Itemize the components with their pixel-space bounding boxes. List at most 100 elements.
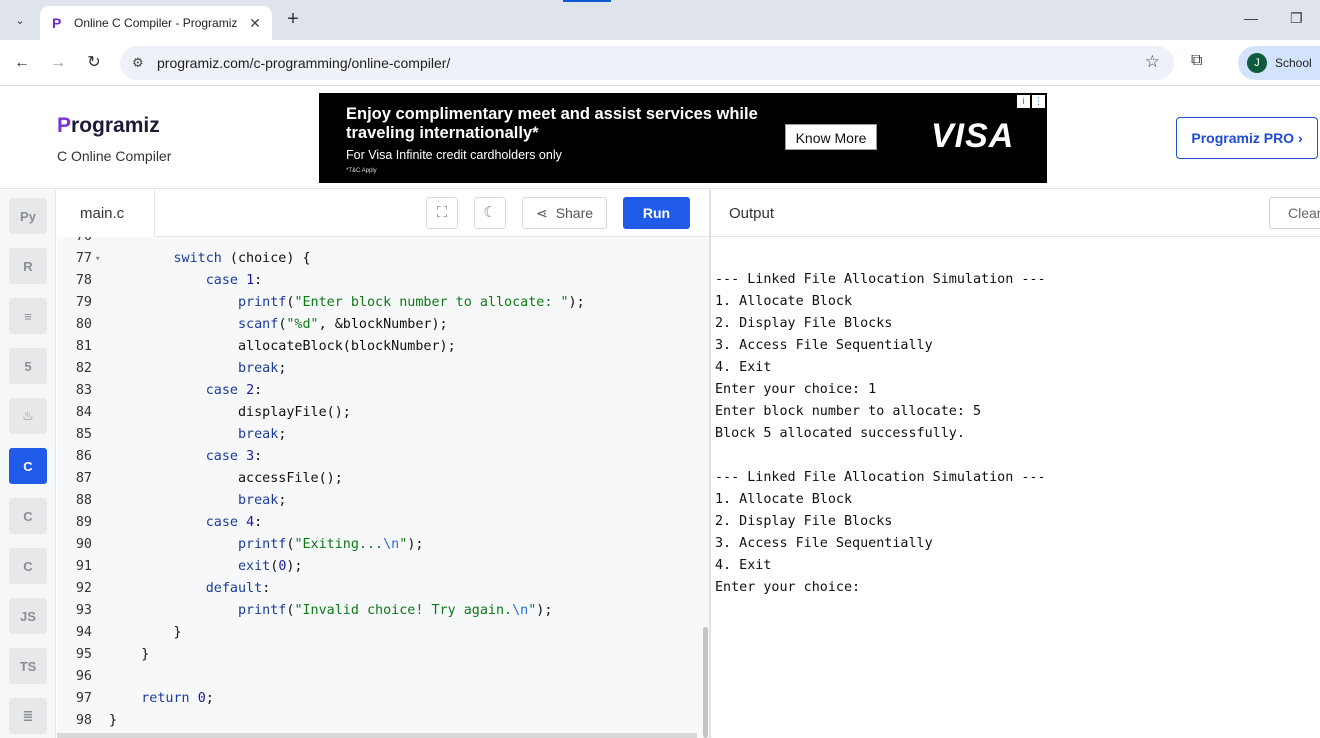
code-text: break; — [238, 361, 287, 376]
output-line: 4. Exit — [715, 558, 772, 573]
line-number: 85 — [75, 427, 92, 442]
dark-mode-moon-icon[interactable]: ☾ — [474, 197, 506, 229]
editor-vertical-scrollbar[interactable] — [703, 627, 708, 738]
code-line: 93 printf("Invalid choice! Try again.\n"… — [57, 600, 697, 622]
code-line: 79 printf("Enter block number to allocat… — [57, 292, 697, 314]
bookmark-star-icon[interactable]: ☆ — [1145, 52, 1160, 72]
tab-search-chevron-icon[interactable]: ⌄ — [8, 8, 32, 32]
minimize-icon[interactable]: — — [1244, 10, 1258, 26]
file-tab-main-c[interactable]: main.c — [57, 190, 155, 237]
run-button[interactable]: Run — [623, 197, 690, 229]
code-line: 80 scanf("%d", &blockNumber); — [57, 314, 697, 336]
programiz-pro-button[interactable]: Programiz PRO › — [1176, 117, 1318, 159]
code-line: 87 accessFile(); — [57, 468, 697, 490]
avatar: J — [1247, 53, 1267, 73]
line-number: 97 — [75, 691, 92, 706]
code-text: exit(0); — [238, 559, 303, 574]
restore-icon[interactable]: ❐ — [1290, 10, 1303, 27]
back-icon[interactable]: ← — [11, 52, 33, 74]
extensions-icon[interactable]: ⧉ — [1191, 52, 1202, 70]
ad-info-controls[interactable]: i ⋮ — [1017, 95, 1045, 108]
code-editor[interactable]: 7677▾ switch (choice) {78 case 1:79 prin… — [57, 237, 709, 738]
line-number: 77 — [75, 251, 92, 266]
code-text: case 4: — [205, 515, 263, 530]
share-button[interactable]: ⋖ Share — [522, 197, 607, 229]
output-line: 3. Access File Sequentially — [715, 536, 933, 551]
code-text: printf("Exiting...\n"); — [238, 537, 424, 552]
code-text: scanf("%d", &blockNumber); — [238, 317, 448, 332]
editor-horizontal-scrollbar[interactable] — [57, 733, 697, 738]
line-number: 83 — [75, 383, 92, 398]
line-number: 90 — [75, 537, 92, 552]
code-line: 97 return 0; — [57, 688, 697, 710]
language-sidebar: Py R ≡ 5 ♨ C C C JS TS ≣ — [0, 190, 56, 738]
code-text: switch (choice) { — [173, 251, 311, 266]
line-number: 86 — [75, 449, 92, 464]
profile-button[interactable]: J School — [1238, 46, 1320, 80]
code-text: allocateBlock(blockNumber); — [109, 339, 456, 354]
output-title: Output — [729, 205, 775, 222]
code-line: 94 } — [57, 622, 697, 644]
programiz-logo[interactable]: Programiz — [57, 114, 160, 138]
code-text: case 2: — [205, 383, 263, 398]
output-line: 1. Allocate Block — [715, 294, 853, 309]
code-text: printf("Enter block number to allocate: … — [238, 295, 585, 310]
java-icon[interactable]: ♨ — [9, 398, 47, 434]
code-text: break; — [238, 493, 287, 508]
close-tab-icon[interactable]: ✕ — [246, 15, 264, 32]
code-line: 91 exit(0); — [57, 556, 697, 578]
tab-title: Online C Compiler - Programiz — [74, 16, 238, 30]
line-number: 88 — [75, 493, 92, 508]
omnibox[interactable]: ⚙ programiz.com/c-programming/online-com… — [120, 46, 1174, 80]
reload-icon[interactable]: ↻ — [83, 52, 105, 74]
tab-progress-indicator — [563, 0, 611, 2]
fullscreen-icon[interactable]: ⛶ — [426, 197, 458, 229]
output-line: --- Linked File Allocation Simulation --… — [715, 470, 1046, 485]
line-number: 78 — [75, 273, 92, 288]
line-number: 79 — [75, 295, 92, 310]
line-number: 96 — [75, 669, 92, 684]
code-text: accessFile(); — [109, 471, 343, 486]
sql-icon[interactable]: ≡ — [9, 298, 47, 334]
clear-button[interactable]: Clear — [1269, 197, 1320, 229]
js-icon[interactable]: JS — [9, 598, 47, 634]
line-number: 92 — [75, 581, 92, 596]
output-line: 2. Display File Blocks — [715, 514, 893, 529]
output-toolbar: Output Clear — [711, 190, 1320, 237]
r-icon[interactable]: R — [9, 248, 47, 284]
address-bar-row: ← → ↻ ⚙ programiz.com/c-programming/onli… — [0, 40, 1320, 86]
site-info-icon[interactable]: ⚙ — [132, 55, 144, 71]
url-text[interactable]: programiz.com/c-programming/online-compi… — [157, 55, 450, 71]
code-line: 96 — [57, 666, 697, 688]
code-text: } — [109, 625, 182, 640]
code-line: 82 break; — [57, 358, 697, 380]
output-line: 4. Exit — [715, 360, 772, 375]
swift-icon[interactable]: ≣ — [9, 698, 47, 734]
c-icon[interactable]: C — [9, 448, 47, 484]
output-console[interactable]: --- Linked File Allocation Simulation --… — [711, 237, 1320, 738]
fold-chevron-icon[interactable]: ▾ — [95, 248, 100, 270]
ad-info-icon[interactable]: i — [1017, 95, 1030, 108]
code-text: default: — [205, 581, 271, 596]
share-icon: ⋖ — [535, 204, 548, 221]
forward-icon[interactable]: → — [47, 52, 69, 74]
code-text: return 0; — [141, 691, 214, 706]
know-more-button[interactable]: Know More — [785, 124, 877, 150]
code-line: 92 default: — [57, 578, 697, 600]
ad-menu-icon[interactable]: ⋮ — [1032, 95, 1045, 108]
line-number: 76 — [57, 237, 92, 248]
line-number: 93 — [75, 603, 92, 618]
visa-ad-banner[interactable]: Enjoy complimentary meet and assist serv… — [319, 93, 1047, 183]
ad-subline: For Visa Infinite credit cardholders onl… — [346, 148, 562, 162]
ts-icon[interactable]: TS — [9, 648, 47, 684]
html-icon[interactable]: 5 — [9, 348, 47, 384]
python-icon[interactable]: Py — [9, 198, 47, 234]
csharp-icon[interactable]: C — [9, 548, 47, 584]
browser-tab[interactable]: P Online C Compiler - Programiz ✕ — [40, 6, 272, 40]
line-number: 89 — [75, 515, 92, 530]
cpp-icon[interactable]: C — [9, 498, 47, 534]
code-line: 78 case 1: — [57, 270, 697, 292]
new-tab-icon[interactable]: + — [282, 8, 304, 30]
line-number: 95 — [75, 647, 92, 662]
code-text: } — [109, 647, 150, 662]
